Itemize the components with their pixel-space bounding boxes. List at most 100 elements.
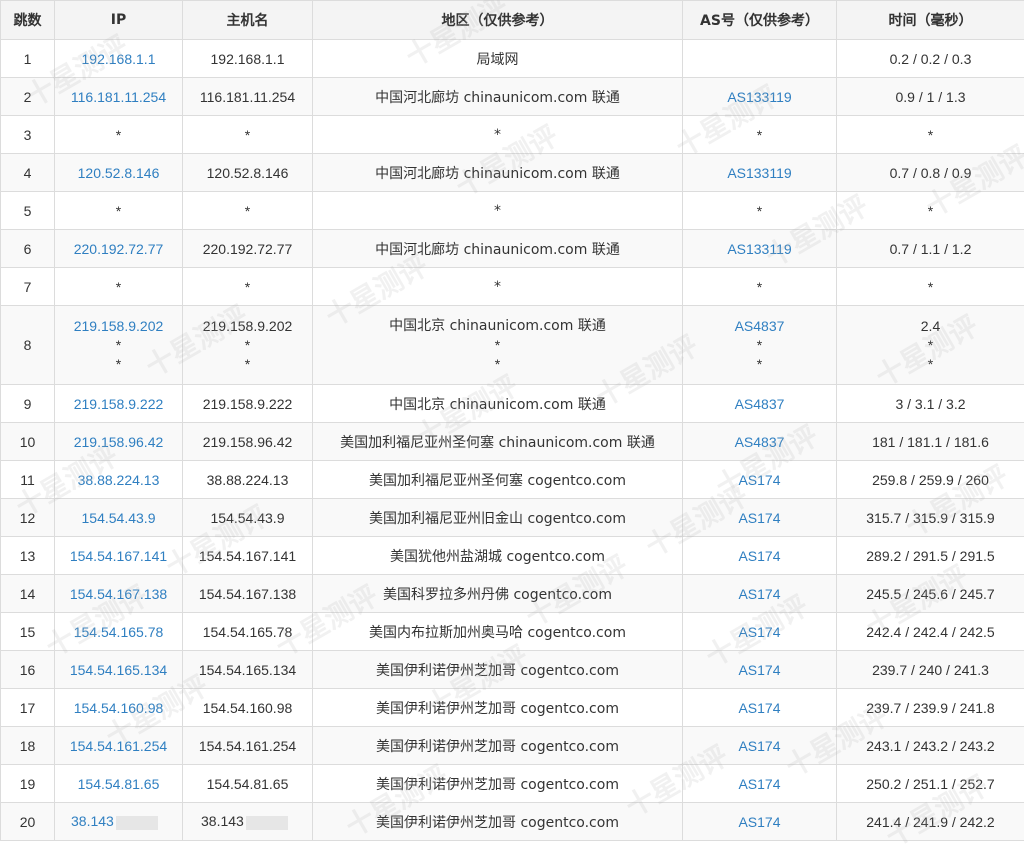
ip-cell-text[interactable]: 219.158.96.42	[74, 434, 164, 450]
as-cell-text[interactable]: AS174	[738, 700, 780, 716]
ip-cell-text[interactable]: 38.143	[71, 813, 114, 829]
ip-cell-text[interactable]: 154.54.165.134	[70, 662, 167, 678]
time-cell: 250.2 / 251.1 / 252.7	[837, 765, 1024, 803]
ip-cell-text[interactable]: 192.168.1.1	[82, 51, 156, 67]
as-cell: AS174	[683, 499, 837, 537]
as-cell-text[interactable]: AS174	[738, 738, 780, 754]
region-cell-text: 中国河北廊坊 chinaunicom.com 联通	[375, 242, 620, 258]
time-cell: 259.8 / 259.9 / 260	[837, 461, 1024, 499]
as-cell: AS174	[683, 727, 837, 765]
ip-cell-text[interactable]: 154.54.81.65	[78, 776, 160, 792]
ip-cell-text[interactable]: 219.158.9.202	[59, 317, 178, 336]
ip-cell-text[interactable]: 154.54.43.9	[82, 510, 156, 526]
as-cell: AS174	[683, 461, 837, 499]
ip-cell-text[interactable]: 120.52.8.146	[78, 165, 160, 181]
time-cell: 243.1 / 243.2 / 243.2	[837, 727, 1024, 765]
time-cell: *	[837, 268, 1024, 306]
table-row: 7*****	[1, 268, 1024, 306]
table-row: 15154.54.165.78154.54.165.78美国内布拉斯加州奥马哈 …	[1, 613, 1024, 651]
host-cell: 219.158.9.222	[183, 385, 313, 423]
ip-cell-text[interactable]: 219.158.9.222	[74, 396, 164, 412]
as-cell-text[interactable]: AS174	[738, 472, 780, 488]
ip-cell-text[interactable]: 154.54.167.138	[70, 586, 167, 602]
time-cell-extra-text: *	[841, 355, 1020, 374]
time-cell-text: 250.2 / 251.1 / 252.7	[866, 776, 994, 792]
host-cell-text: *	[245, 203, 250, 219]
hop-number: 3	[24, 127, 32, 143]
region-cell: 中国河北廊坊 chinaunicom.com 联通	[313, 230, 683, 268]
as-cell-text[interactable]: AS174	[738, 548, 780, 564]
host-cell-text: 154.54.167.138	[199, 586, 296, 602]
ip-cell-text: *	[116, 203, 121, 219]
hop-cell: 15	[1, 613, 55, 651]
host-cell: 154.54.167.138	[183, 575, 313, 613]
ip-cell: 220.192.72.77	[55, 230, 183, 268]
as-cell-text[interactable]: AS174	[738, 776, 780, 792]
as-cell: AS4837**	[683, 306, 837, 385]
as-cell-text[interactable]: AS174	[738, 662, 780, 678]
ip-cell-text[interactable]: 38.88.224.13	[78, 472, 160, 488]
as-cell-text[interactable]: AS174	[738, 814, 780, 830]
ip-cell-extra-text: *	[59, 355, 178, 374]
region-cell-text: 美国伊利诺伊州芝加哥 cogentco.com	[376, 701, 619, 717]
host-cell: 154.54.81.65	[183, 765, 313, 803]
as-cell-text[interactable]: AS4837	[735, 396, 785, 412]
region-cell: 美国伊利诺伊州芝加哥 cogentco.com	[313, 689, 683, 727]
as-cell-text[interactable]: AS174	[738, 624, 780, 640]
ip-cell-text[interactable]: 220.192.72.77	[74, 241, 164, 257]
host-cell: 154.54.161.254	[183, 727, 313, 765]
ip-cell-text[interactable]: 154.54.161.254	[70, 738, 167, 754]
as-cell: AS4837	[683, 385, 837, 423]
ip-cell-text[interactable]: 154.54.167.141	[70, 548, 167, 564]
ip-cell: *	[55, 116, 183, 154]
table-row: 5*****	[1, 192, 1024, 230]
host-cell-text: 219.158.96.42	[203, 434, 293, 450]
region-cell-text: 美国伊利诺伊州芝加哥 cogentco.com	[376, 777, 619, 793]
time-cell: 2.4**	[837, 306, 1024, 385]
region-cell: *	[313, 268, 683, 306]
time-cell: 239.7 / 239.9 / 241.8	[837, 689, 1024, 727]
ip-cell-text[interactable]: 116.181.11.254	[71, 89, 166, 105]
hop-number: 10	[20, 434, 36, 450]
table-row: 16154.54.165.134154.54.165.134美国伊利诺伊州芝加哥…	[1, 651, 1024, 689]
time-cell-text: 181 / 181.1 / 181.6	[872, 434, 989, 450]
host-cell: 38.88.224.13	[183, 461, 313, 499]
hop-number: 16	[20, 662, 36, 678]
as-cell-text[interactable]: AS133119	[727, 241, 791, 257]
region-cell-text: 中国河北廊坊 chinaunicom.com 联通	[375, 166, 620, 182]
hop-cell: 20	[1, 803, 55, 841]
table-row: 18 154.54.161.254 154.54.161.254 美国伊利诺伊州芝加哥…	[1, 727, 1024, 765]
hop-cell: 4	[1, 154, 55, 192]
host-cell-text: 116.181.11.254	[200, 89, 295, 105]
as-cell-text[interactable]: AS174	[738, 510, 780, 526]
hop-number: 2	[24, 89, 32, 105]
host-cell-text: 154.54.161.254	[199, 738, 296, 754]
ip-cell: 154.54.160.98	[55, 689, 183, 727]
ip-cell-text[interactable]: 154.54.160.98	[74, 700, 164, 716]
ip-cell: *	[55, 192, 183, 230]
time-cell-text: *	[928, 203, 933, 219]
host-cell: 154.54.160.98	[183, 689, 313, 727]
hop-number: 5	[24, 203, 32, 219]
as-cell-text[interactable]: AS4837	[687, 317, 832, 336]
as-cell-text[interactable]: AS4837	[735, 434, 785, 450]
region-cell-text: 美国伊利诺伊州芝加哥 cogentco.com	[376, 739, 619, 755]
hop-cell: 14	[1, 575, 55, 613]
hop-cell: 3	[1, 116, 55, 154]
hop-cell: 6	[1, 230, 55, 268]
hop-number: 15	[20, 624, 36, 640]
region-cell: 美国科罗拉多州丹佛 cogentco.com	[313, 575, 683, 613]
as-cell-text[interactable]: AS133119	[727, 165, 791, 181]
as-cell-text[interactable]: AS174	[738, 586, 780, 602]
host-cell-text: 220.192.72.77	[203, 241, 293, 257]
host-cell-text: 120.52.8.146	[207, 165, 289, 181]
hop-cell: 9	[1, 385, 55, 423]
as-cell-text[interactable]: AS133119	[727, 89, 791, 105]
region-cell-text: 美国伊利诺伊州芝加哥 cogentco.com	[376, 663, 619, 679]
time-cell: 0.7 / 1.1 / 1.2	[837, 230, 1024, 268]
ip-cell-text[interactable]: 154.54.165.78	[74, 624, 164, 640]
time-cell-text: 0.9 / 1 / 1.3	[895, 89, 965, 105]
hop-number: 18	[20, 738, 36, 754]
region-cell-text: 美国内布拉斯加州奥马哈 cogentco.com	[369, 625, 626, 641]
hop-number: 4	[24, 165, 32, 181]
